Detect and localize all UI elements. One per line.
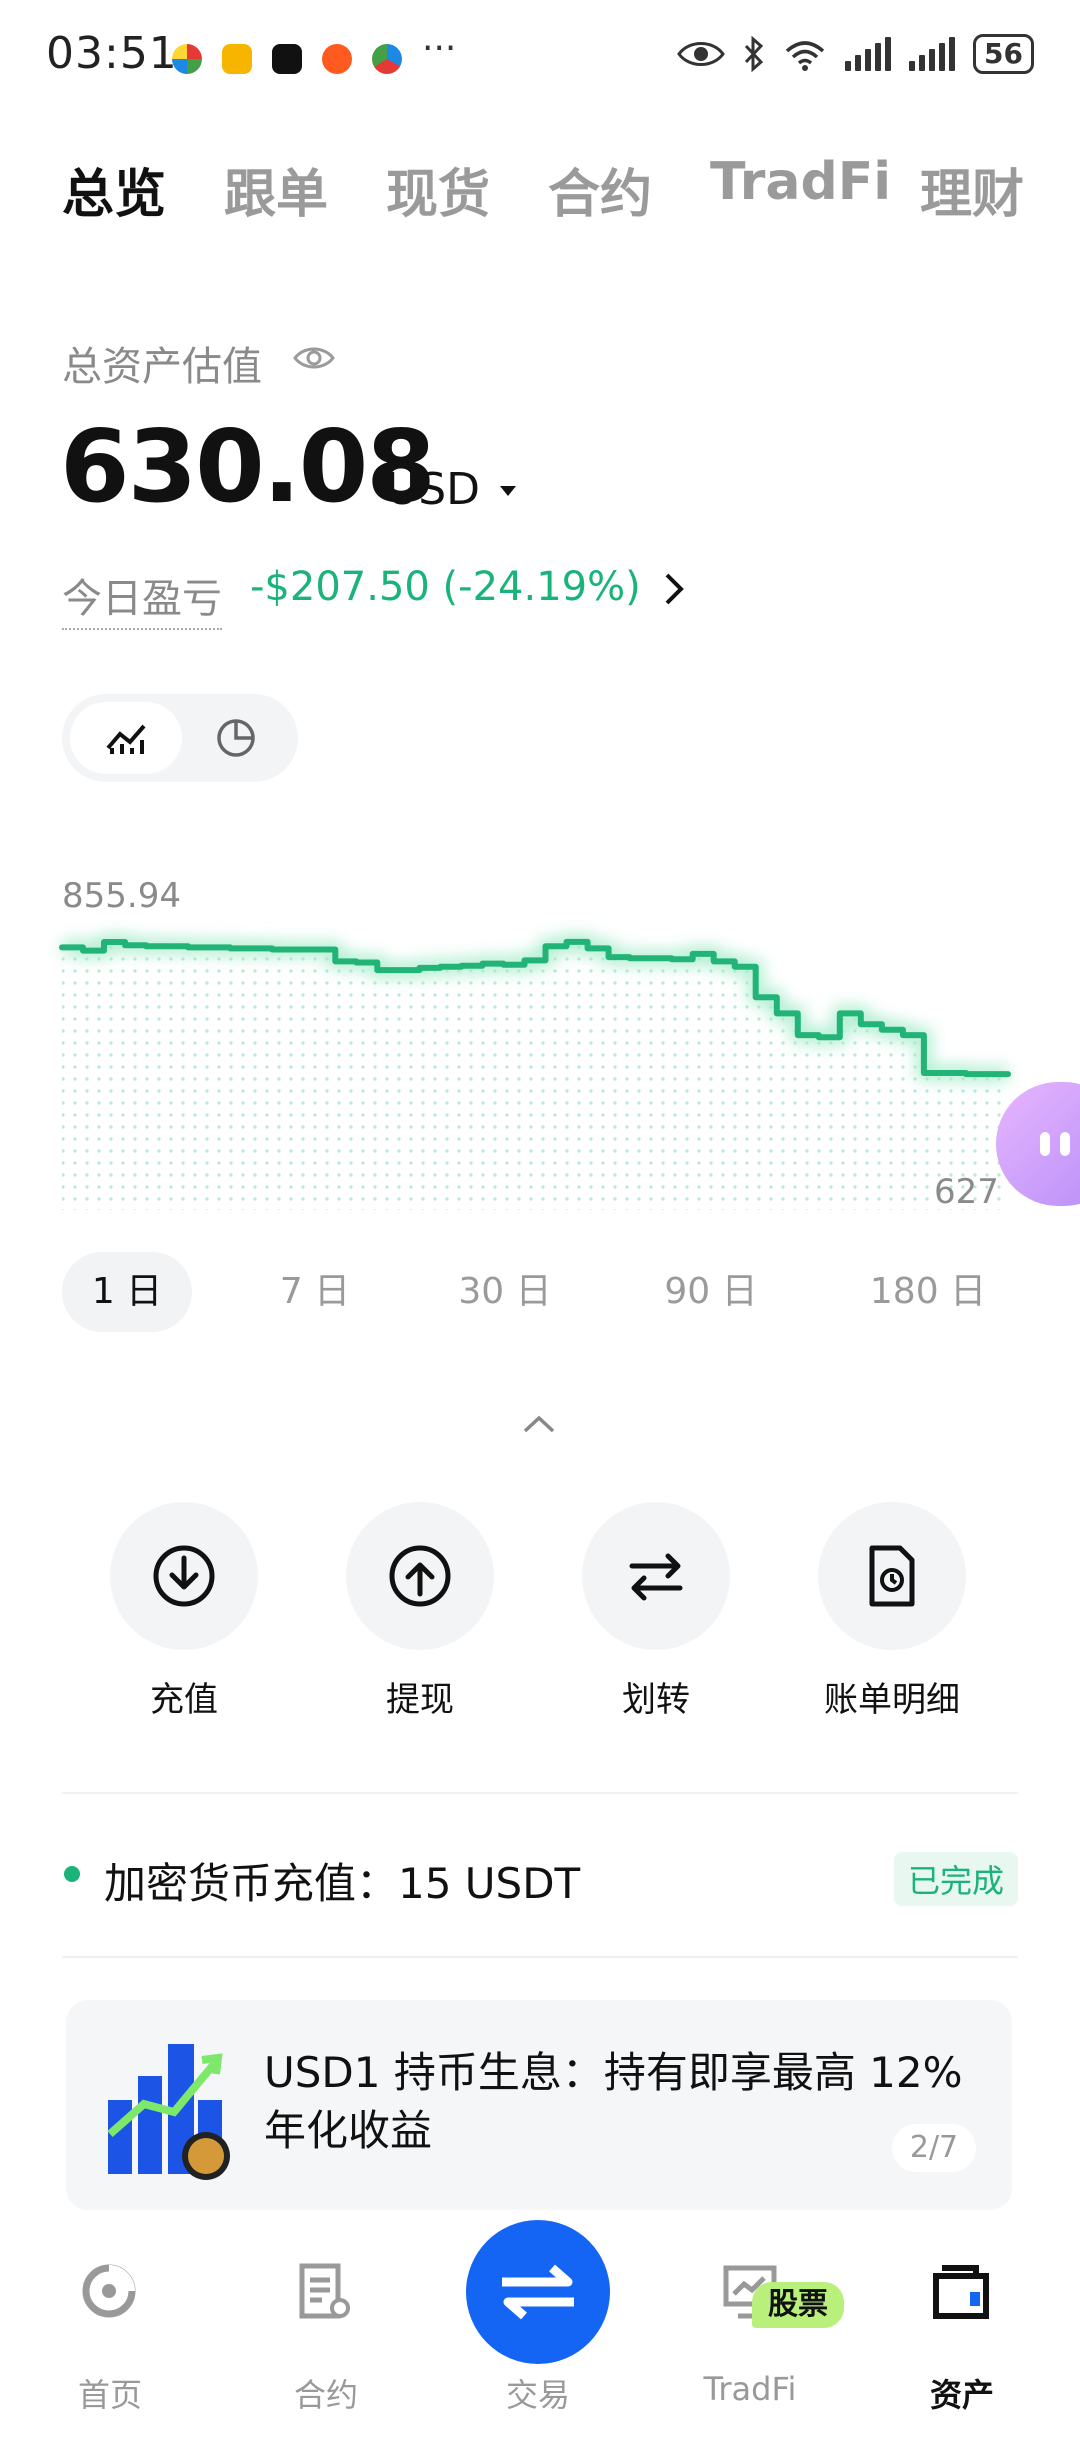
deposit-button[interactable] bbox=[110, 1502, 258, 1650]
bluetooth-icon bbox=[744, 36, 764, 72]
status-badge: 已完成 bbox=[894, 1852, 1019, 1906]
collapse-chevron-icon[interactable] bbox=[522, 1414, 556, 1434]
basketball-app-icon bbox=[322, 44, 352, 74]
tab-earn[interactable]: 理财 bbox=[920, 152, 1024, 227]
chevron-right-icon[interactable] bbox=[662, 570, 686, 608]
signal-icon bbox=[845, 37, 892, 71]
battery-icon: 56 bbox=[973, 34, 1034, 74]
nav-trade[interactable]: 交易 bbox=[458, 2370, 618, 2416]
tab-futures[interactable]: 合约 bbox=[548, 152, 652, 227]
growth-chart-icon bbox=[107, 2044, 230, 2180]
currency-selector[interactable]: USD bbox=[386, 464, 480, 515]
today-pnl-value[interactable]: -$207.50 (-24.19%) bbox=[250, 564, 641, 610]
app-notification-icon bbox=[172, 44, 202, 74]
section-divider bbox=[62, 1792, 1018, 1794]
today-pnl-label[interactable]: 今日盈亏 bbox=[62, 566, 222, 630]
caret-down-icon[interactable] bbox=[498, 484, 518, 498]
bill-icon bbox=[869, 1545, 915, 1607]
total-asset-label: 总资产估值 bbox=[62, 344, 262, 390]
chart-area-fill bbox=[62, 941, 1008, 1210]
wifi-icon bbox=[785, 41, 825, 71]
tab-spot[interactable]: 现货 bbox=[386, 152, 490, 227]
tab-copy-trading[interactable]: 跟单 bbox=[224, 152, 328, 227]
bill-button[interactable] bbox=[818, 1502, 966, 1650]
total-asset-value: 630.08 bbox=[60, 408, 436, 525]
nav-assets[interactable]: 资产 bbox=[882, 2370, 1042, 2416]
more-notifications-icon: ··· bbox=[422, 28, 457, 69]
map-app-icon bbox=[372, 44, 402, 74]
line-chart-icon[interactable] bbox=[104, 718, 150, 758]
bill-label[interactable]: 账单明细 bbox=[782, 1672, 1002, 1721]
tab-overview[interactable]: 总览 bbox=[62, 152, 166, 227]
status-dot-icon bbox=[64, 1866, 80, 1882]
mail-app-icon bbox=[222, 44, 252, 74]
signal-2-icon bbox=[909, 37, 956, 71]
withdraw-icon bbox=[389, 1545, 451, 1607]
range-90d[interactable]: 90 日 bbox=[646, 1252, 776, 1332]
futures-icon[interactable] bbox=[296, 2262, 352, 2320]
eye-toggle-icon[interactable] bbox=[292, 342, 336, 374]
status-icons: 56 bbox=[677, 34, 1034, 74]
deposit-icon bbox=[153, 1545, 215, 1607]
swap-arrows-icon bbox=[502, 2264, 574, 2320]
transfer-label[interactable]: 划转 bbox=[546, 1672, 766, 1721]
deposit-notice[interactable]: 加密货币充值：15 USDT bbox=[104, 1850, 580, 1911]
assets-wallet-icon[interactable] bbox=[932, 2262, 990, 2320]
home-icon[interactable] bbox=[80, 2262, 138, 2320]
promo-pager: 2/7 bbox=[892, 2124, 976, 2172]
tiktok-app-icon bbox=[272, 44, 302, 74]
nav-tradfi[interactable]: TradFi bbox=[670, 2370, 830, 2408]
chart-min-label: 627 bbox=[934, 1172, 999, 1212]
withdraw-button[interactable] bbox=[346, 1502, 494, 1650]
nav-futures[interactable]: 合约 bbox=[246, 2370, 406, 2416]
nav-home[interactable]: 首页 bbox=[30, 2370, 190, 2416]
section-divider-2 bbox=[62, 1956, 1018, 1958]
range-7d[interactable]: 7 日 bbox=[250, 1252, 380, 1332]
deposit-label[interactable]: 充值 bbox=[74, 1672, 294, 1721]
range-180d[interactable]: 180 日 bbox=[858, 1252, 998, 1332]
stock-badge: 股票 bbox=[752, 2282, 844, 2328]
transfer-button[interactable] bbox=[582, 1502, 730, 1650]
chart-max-label: 855.94 bbox=[62, 876, 181, 916]
assistant-eye-icon bbox=[1040, 1132, 1050, 1156]
trade-button[interactable] bbox=[466, 2220, 610, 2364]
transfer-icon bbox=[629, 1553, 683, 1601]
pie-chart-icon[interactable] bbox=[214, 716, 258, 760]
eye-icon bbox=[677, 42, 725, 66]
assistant-eye-2-icon bbox=[1060, 1132, 1070, 1156]
withdraw-label[interactable]: 提现 bbox=[310, 1672, 530, 1721]
range-1d[interactable]: 1 日 bbox=[62, 1252, 192, 1332]
tab-tradfi[interactable]: TradFi bbox=[710, 152, 891, 212]
range-30d[interactable]: 30 日 bbox=[440, 1252, 570, 1332]
promo-text[interactable]: USD1 持币生息：持有即享最高 12% 年化收益 bbox=[264, 2044, 984, 2160]
status-time: 03:51 bbox=[46, 28, 178, 79]
